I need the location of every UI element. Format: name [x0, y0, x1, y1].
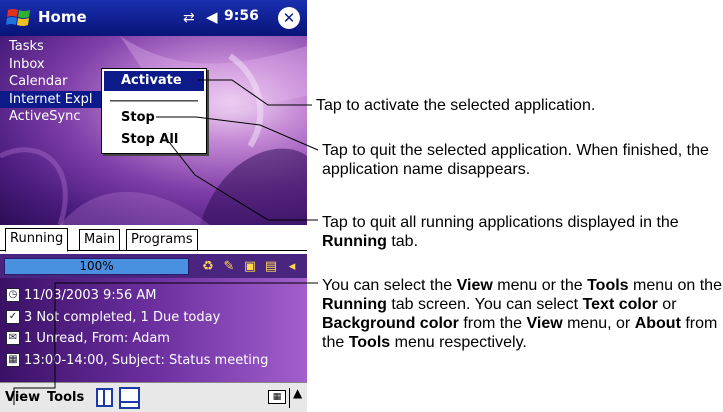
callout-menus-part: Running: [322, 296, 387, 313]
tools-menu[interactable]: Tools: [47, 390, 84, 405]
running-app-list: Tasks Inbox Calendar Internet Expl Activ…: [0, 38, 101, 126]
callout-menus-part: from the: [458, 315, 527, 332]
pda-screen: Home ⇄ ◀ 9:56 ✕ Tasks Inbox Calendar Int…: [0, 0, 307, 412]
callout-menus-part: Text color: [582, 296, 658, 313]
tab-running[interactable]: Running: [5, 228, 69, 252]
start-flag-icon[interactable]: [6, 6, 32, 30]
callout-menus-part: View: [526, 315, 563, 332]
callout-menus-part: You can select the: [322, 277, 457, 294]
clock-icon: ◷: [6, 288, 20, 302]
callout-menus-part: Tools: [587, 277, 629, 294]
running-app-item[interactable]: Inbox: [9, 56, 101, 74]
tab-strip: Running Main Programs: [0, 225, 307, 252]
progress-label: 100%: [79, 259, 114, 273]
sync-icon[interactable]: ♻: [199, 258, 217, 275]
callout-activate: Tap to activate the selected application…: [316, 97, 596, 114]
title-bar: Home ⇄ ◀ 9:56 ✕: [0, 0, 307, 36]
today-tasks-row[interactable]: ✓ 3 Not completed, 1 Due today: [6, 307, 220, 327]
split-vertical-icon[interactable]: [96, 388, 113, 407]
tasks-icon: ✓: [6, 310, 20, 324]
keyboard-icon[interactable]: ▦: [268, 390, 286, 404]
tab-main[interactable]: Main: [79, 229, 121, 251]
today-calendar: 13:00-14:00, Subject: Status meeting: [24, 352, 269, 368]
today-inbox-row[interactable]: ✉ 1 Unread, From: Adam: [6, 328, 170, 348]
folder-icon[interactable]: ▣: [241, 258, 259, 275]
today-date-row[interactable]: ◷ 11/03/2003 9:56 AM: [6, 285, 157, 305]
speaker-icon[interactable]: ◂: [283, 258, 301, 275]
callout-menus-part: About: [634, 315, 681, 332]
callout-menus-part: menu on the: [628, 277, 722, 294]
callout-menus-part: menu or the: [492, 277, 588, 294]
callout-menus: You can select the View menu or the Tool…: [322, 276, 722, 352]
running-app-item[interactable]: Calendar: [9, 73, 101, 91]
view-menu[interactable]: View: [5, 390, 40, 405]
callout-menus-part: View: [456, 277, 493, 294]
callout-menus-part: tab screen. You can select: [386, 296, 583, 313]
menu-bar: View Tools ▦ ▲: [0, 382, 307, 412]
today-inbox: 1 Unread, From: Adam: [24, 330, 170, 346]
context-menu: Activate Stop Stop All: [101, 68, 207, 154]
connectivity-icon[interactable]: ⇄: [183, 10, 195, 26]
callout-menus-part: or: [657, 296, 677, 313]
callout-menus-part: Background color: [322, 315, 459, 332]
split-horizontal-icon[interactable]: [119, 387, 140, 409]
running-app-item-selected[interactable]: Internet Expl: [0, 90, 101, 108]
volume-icon[interactable]: ◀: [206, 8, 218, 26]
input-separator: [289, 388, 290, 408]
callout-stop: Tap to quit the selected application. Wh…: [322, 142, 709, 178]
input-method-arrow-icon[interactable]: ▲: [293, 386, 302, 400]
calendar-icon: ▦: [6, 353, 20, 367]
progress-bar: 100%: [4, 258, 189, 275]
menu-separator: [110, 100, 198, 102]
callout-menus-part: menu respectively.: [390, 334, 527, 351]
running-app-item[interactable]: ActiveSync: [9, 108, 101, 126]
close-icon[interactable]: ✕: [278, 7, 300, 29]
callout-stop-all-prefix: Tap to quit all running applications dis…: [322, 214, 679, 231]
today-tasks: 3 Not completed, 1 Due today: [24, 309, 221, 325]
callout-menus-part: Tools: [348, 334, 391, 351]
window-title: Home: [38, 8, 87, 26]
clock[interactable]: 9:56: [224, 8, 259, 24]
callout-stop-all-suffix: tab.: [391, 233, 419, 250]
display-icon[interactable]: ▤: [262, 258, 280, 275]
callout-menus-part: menu, or: [562, 315, 635, 332]
today-panel: ◷ 11/03/2003 9:56 AM ✓ 3 Not completed, …: [0, 278, 307, 382]
running-app-item[interactable]: Tasks: [9, 38, 101, 56]
inbox-icon: ✉: [6, 331, 20, 345]
today-date: 11/03/2003 9:56 AM: [24, 287, 157, 303]
tray-icons: ♻ ✎ ▣ ▤ ◂: [199, 258, 301, 276]
stop-menu-item[interactable]: Stop: [102, 108, 206, 128]
pen-icon[interactable]: ✎: [220, 258, 238, 275]
activate-menu-item[interactable]: Activate: [104, 71, 204, 91]
callout-stop-all-bold: Running: [322, 233, 387, 250]
stop-all-menu-item[interactable]: Stop All: [102, 130, 206, 150]
callout-stop-all: Tap to quit all running applications dis…: [322, 213, 722, 251]
tab-programs[interactable]: Programs: [126, 229, 198, 251]
status-row: 100% ♻ ✎ ▣ ▤ ◂: [0, 254, 307, 278]
today-calendar-row[interactable]: ▦ 13:00-14:00, Subject: Status meeting: [6, 350, 268, 370]
